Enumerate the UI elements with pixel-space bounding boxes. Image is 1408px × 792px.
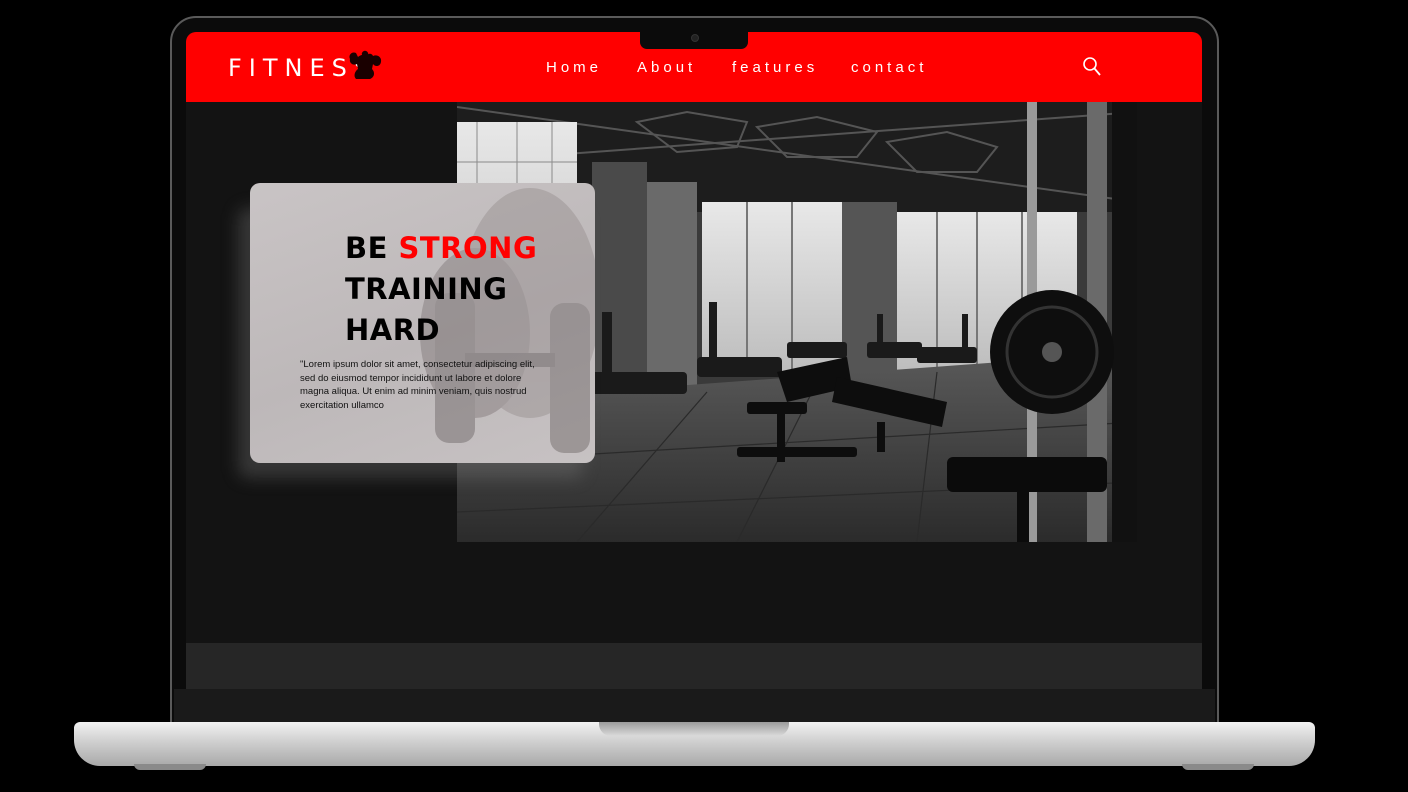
nav-features[interactable]: features	[732, 59, 818, 76]
headline-word-be: BE	[345, 231, 399, 265]
nav-contact[interactable]: contact	[851, 59, 927, 76]
hero-headline: BE STRONG TRAINING HARD	[345, 228, 537, 351]
camera-icon	[691, 34, 699, 42]
laptop-base-notch	[599, 722, 789, 736]
laptop-foot-left	[134, 764, 206, 770]
hero-card: BE STRONG TRAINING HARD "Lorem ipsum dol…	[250, 183, 595, 463]
headline-word-strong: STRONG	[398, 231, 538, 265]
laptop-bezel-bottom	[174, 689, 1215, 723]
headline-line-training: TRAINING	[345, 272, 508, 306]
laptop-screen: FITNESS Home About features contact BE S…	[186, 32, 1202, 689]
nav-home[interactable]: Home	[546, 59, 602, 76]
camera-notch	[640, 32, 748, 49]
bottom-strip	[186, 643, 1202, 689]
headline-line-hard: HARD	[345, 313, 441, 347]
nav-about[interactable]: About	[637, 59, 696, 76]
flexing-bodybuilder-icon	[349, 50, 382, 79]
hero-paragraph: "Lorem ipsum dolor sit amet, consectetur…	[300, 359, 535, 411]
laptop-foot-right	[1182, 764, 1254, 770]
search-icon[interactable]	[1082, 56, 1102, 78]
